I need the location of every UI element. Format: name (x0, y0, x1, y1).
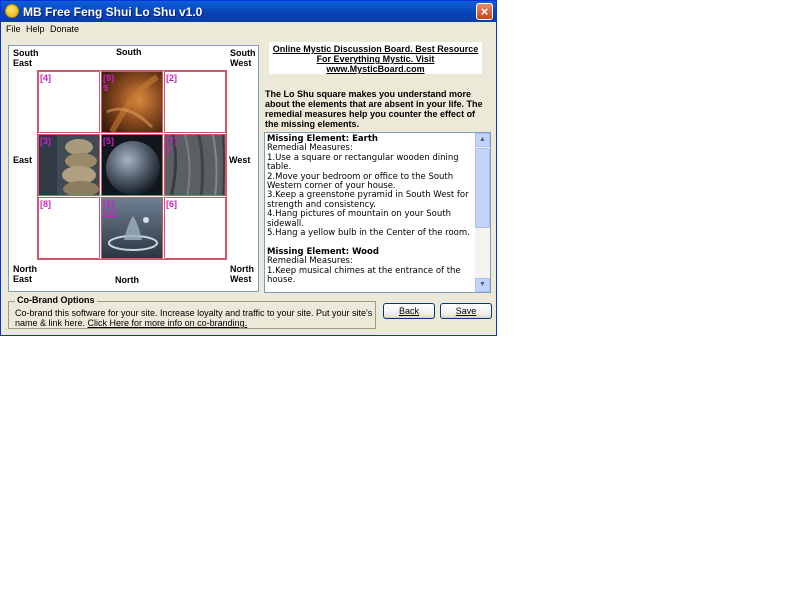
cobrand-legend: Co-Brand Options (15, 295, 97, 305)
cell-number: [9] (103, 73, 114, 83)
ad-banner-link[interactable]: Online Mystic Discussion Board. Best Res… (269, 42, 482, 74)
back-button[interactable]: Back (383, 303, 435, 319)
scroll-up-icon[interactable]: ▲ (475, 133, 490, 147)
cell-number: [8] (40, 199, 51, 209)
grid-cell-9[interactable]: [9] 9 (101, 71, 163, 133)
grid-cell-7[interactable]: [7] 7 (164, 134, 226, 196)
grid-cell-3[interactable]: [3] (38, 134, 100, 196)
direction-north-east: North East (13, 264, 37, 284)
cell-number: [3] (40, 136, 51, 146)
cell-value: 9 (103, 83, 109, 93)
menu-donate[interactable]: Donate (50, 24, 79, 34)
scroll-down-icon[interactable]: ▼ (475, 278, 490, 292)
grid-cell-1[interactable]: [1] 111 (101, 197, 163, 259)
cell-number: [5] (103, 136, 114, 146)
direction-north: North (115, 275, 139, 285)
direction-west: West (229, 155, 251, 165)
title-bar[interactable]: MB Free Feng Shui Lo Shu v1.0 × (1, 1, 496, 22)
app-window: MB Free Feng Shui Lo Shu v1.0 × File Hel… (0, 0, 497, 336)
back-button-label: Back (398, 306, 419, 316)
direction-east: East (13, 155, 33, 165)
cell-number: [6] (166, 199, 177, 209)
direction-south-east: South East (13, 48, 39, 68)
lo-shu-grid: [4] [9] 9 [2] [3] [5] [7] 7 [8] [1] 111 … (37, 70, 227, 260)
remedies-textarea[interactable]: Missing Element: Earth Remedial Measures… (264, 132, 491, 293)
cell-value: 7 (166, 146, 172, 156)
menu-help[interactable]: Help (26, 24, 45, 34)
menu-file[interactable]: File (6, 24, 21, 34)
remedies-content: Missing Element: Earth Remedial Measures… (267, 134, 475, 286)
grid-cell-4[interactable]: [4] (38, 71, 100, 133)
intro-text: The Lo Shu square makes you understand m… (265, 89, 483, 129)
cell-number: [1] (103, 199, 114, 209)
ad-text: Online Mystic Discussion Board. Best Res… (272, 44, 479, 74)
remedies-text: Remedial Measures: 1.Use a square or rec… (267, 143, 470, 239)
grid-cell-6[interactable]: [6] (164, 197, 226, 259)
window-title: MB Free Feng Shui Lo Shu v1.0 (23, 5, 203, 19)
cell-number: [2] (166, 73, 177, 83)
grid-cell-2[interactable]: [2] (164, 71, 226, 133)
grid-cell-5[interactable]: [5] (101, 134, 163, 196)
direction-south-west: South West (230, 48, 256, 68)
menu-bar: File Help Donate (1, 22, 496, 37)
app-icon (5, 4, 19, 18)
scrollbar-thumb[interactable] (475, 148, 490, 228)
vertical-scrollbar[interactable]: ▲ ▼ (475, 133, 490, 292)
save-button[interactable]: Save (440, 303, 492, 319)
remedies-text: Remedial Measures: 1.Keep musical chimes… (267, 256, 461, 286)
close-button[interactable]: × (476, 3, 493, 20)
direction-south: South (116, 47, 142, 57)
cell-number: [4] (40, 73, 51, 83)
cobrand-groupbox: Co-Brand Options Co-brand this software … (8, 295, 376, 329)
save-button-label: Save (455, 306, 477, 316)
cobrand-text-block: Co-brand this software for your site. In… (15, 308, 375, 328)
direction-north-west: North West (230, 264, 254, 284)
grid-cell-8[interactable]: [8] (38, 197, 100, 259)
cobrand-link[interactable]: Click Here for more info on co-branding. (88, 318, 248, 328)
cell-value: 111 (103, 209, 118, 219)
cell-number: [7] (166, 136, 177, 146)
